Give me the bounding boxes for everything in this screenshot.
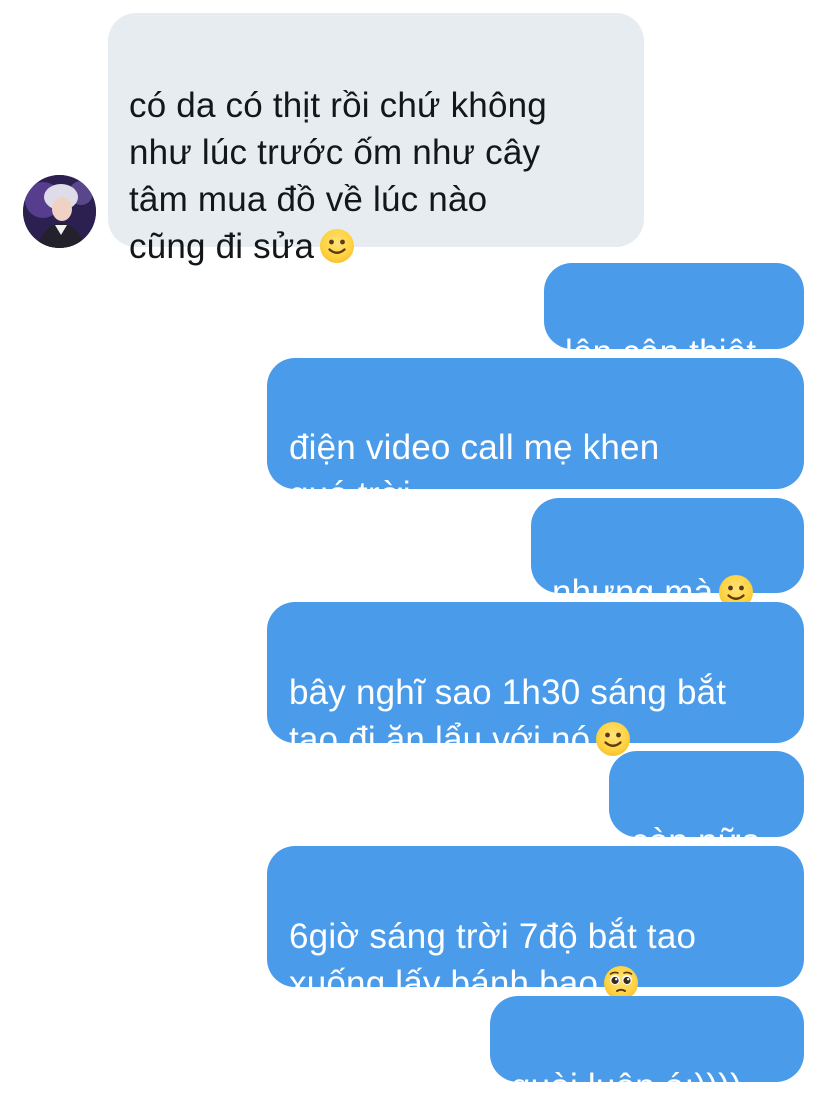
message-bubble-outgoing[interactable]: quài luôn á:)))) xyxy=(490,996,804,1106)
message-bubble-outgoing[interactable]: điện video call mẹ khen quá trời xyxy=(267,358,804,514)
message-text: bây nghĩ sao 1h30 sáng bắt tao đi ăn lẩu… xyxy=(289,673,727,759)
message-bubble-outgoing[interactable]: bây nghĩ sao 1h30 sáng bắt tao đi ăn lẩu… xyxy=(267,602,804,759)
pleading-face-icon xyxy=(604,966,639,1000)
slightly-smiling-face-icon xyxy=(320,229,355,263)
message-bubble-outgoing[interactable]: lên cân thiệt xyxy=(544,263,804,372)
avatar-image xyxy=(23,175,96,248)
message-bubble-outgoing[interactable]: 6giờ sáng trời 7độ bắt tao xuống lấy bán… xyxy=(267,846,804,1003)
message-text: quài luôn á:)))) xyxy=(511,1067,742,1106)
slightly-smiling-face-icon xyxy=(596,722,631,756)
message-bubble-outgoing[interactable]: nhưng mà xyxy=(531,498,804,612)
message-bubble-incoming[interactable]: có da có thịt rồi chứ không như lúc trướ… xyxy=(108,13,644,266)
contact-avatar[interactable] xyxy=(23,175,96,248)
message-bubble-outgoing[interactable]: còn nữa xyxy=(609,751,804,861)
